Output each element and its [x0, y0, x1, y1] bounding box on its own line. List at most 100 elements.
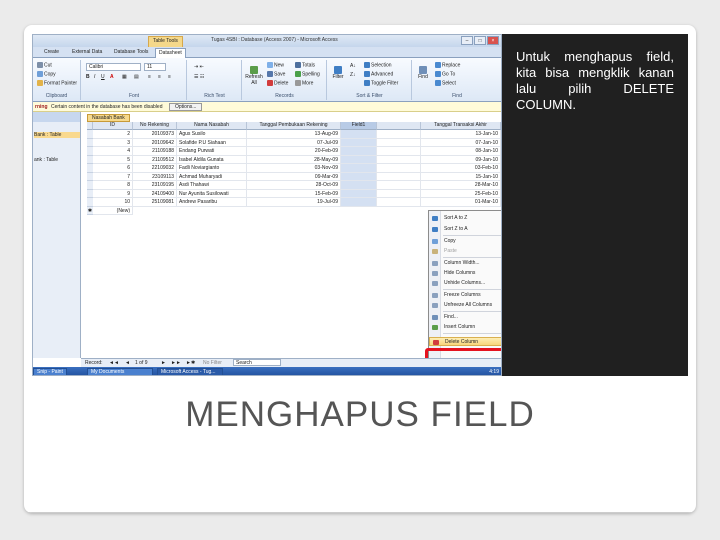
table-cell[interactable] — [377, 130, 421, 139]
tab-database-tools[interactable]: Database Tools — [111, 48, 151, 58]
menu-item-hide-columns[interactable]: Hide Columns — [429, 269, 501, 278]
taskbar-item-paint[interactable]: Snip - Paint — [33, 368, 67, 375]
table-cell[interactable] — [341, 130, 377, 139]
table-cell[interactable]: 19-Jul-09 — [247, 198, 341, 207]
new-record-icon[interactable]: ►✱ — [186, 359, 195, 367]
menu-item-sort-a-to-z[interactable]: Sort A to Z — [429, 214, 501, 223]
menu-item-insert-column[interactable]: Insert Column — [429, 323, 501, 332]
table-cell[interactable]: 20109642 — [133, 138, 177, 147]
table-cell[interactable]: Asdi Thahawi — [177, 181, 247, 190]
table-cell[interactable] — [377, 181, 421, 190]
prev-record-icon[interactable]: ◄ — [125, 359, 130, 367]
align-right-icon[interactable]: ≡ — [168, 74, 171, 80]
table-cell[interactable] — [341, 155, 377, 164]
italic-button[interactable]: I — [94, 74, 95, 80]
table-cell[interactable]: 13-Aug-09 — [247, 130, 341, 139]
column-header[interactable]: No Rekening — [133, 122, 177, 130]
tab-create[interactable]: Create — [41, 48, 62, 58]
next-record-icon[interactable]: ► — [161, 359, 166, 367]
totals-button[interactable]: Totals — [295, 62, 315, 68]
table-cell[interactable]: 2 — [93, 130, 133, 139]
table-cell[interactable] — [377, 147, 421, 156]
table-cell[interactable]: 01-Mar-10 — [421, 198, 501, 207]
first-record-icon[interactable]: ◄◄ — [109, 359, 119, 367]
table-cell[interactable]: 21109512 — [133, 155, 177, 164]
table-cell[interactable]: 09-Mar-09 — [247, 172, 341, 181]
search-input[interactable]: Search — [233, 359, 281, 366]
menu-item-find[interactable]: Find... — [429, 313, 501, 322]
align-left-icon[interactable]: ≡ — [148, 74, 151, 80]
list-icon[interactable]: ☰ ☷ — [194, 74, 204, 80]
table-cell[interactable] — [341, 172, 377, 181]
table-cell[interactable]: Fadli Noviargianto — [177, 164, 247, 173]
table-cell[interactable] — [377, 164, 421, 173]
goto-button[interactable]: Go To — [435, 71, 455, 77]
table-cell[interactable] — [341, 164, 377, 173]
tab-datasheet[interactable]: Datasheet — [155, 48, 186, 58]
table-cell[interactable]: 25-Feb-10 — [421, 189, 501, 198]
table-cell[interactable]: 23109113 — [133, 172, 177, 181]
close-icon[interactable]: × — [487, 36, 499, 45]
table-cell[interactable]: 28-May-09 — [247, 155, 341, 164]
replace-button[interactable]: Replace — [435, 62, 460, 68]
minimize-icon[interactable]: – — [461, 36, 473, 45]
column-header[interactable]: Field1 — [341, 122, 377, 130]
table-cell[interactable]: 09-Jan-10 — [421, 155, 501, 164]
table-cell[interactable] — [341, 181, 377, 190]
table-cell[interactable]: Achmad Muharyadi — [177, 172, 247, 181]
maximize-icon[interactable]: □ — [474, 36, 486, 45]
bold-button[interactable]: B — [86, 74, 90, 80]
table-cell[interactable] — [341, 138, 377, 147]
indent-icon[interactable]: ⇥ ⇤ — [194, 64, 204, 70]
table-cell[interactable]: 25109081 — [133, 198, 177, 207]
table-cell[interactable]: 22109032 — [133, 164, 177, 173]
table-cell[interactable] — [377, 155, 421, 164]
underline-button[interactable]: U — [101, 74, 105, 80]
sort-desc-icon[interactable]: Z↓ — [350, 72, 356, 78]
table-cell[interactable]: 20-Feb-09 — [247, 147, 341, 156]
taskbar-item-access[interactable]: Microsoft Access - Tug... — [157, 368, 223, 375]
table-cell[interactable]: 07-Jan-10 — [421, 138, 501, 147]
table-cell[interactable]: 08-Jan-10 — [421, 147, 501, 156]
table-cell[interactable]: 03-Nov-09 — [247, 164, 341, 173]
new-record-button[interactable]: New — [267, 62, 284, 68]
table-cell[interactable]: 15-Feb-09 — [247, 189, 341, 198]
save-record-button[interactable]: Save — [267, 71, 285, 77]
table-cell[interactable]: 20109373 — [133, 130, 177, 139]
table-cell[interactable] — [377, 198, 421, 207]
cut-button[interactable]: Cut — [37, 62, 52, 68]
table-cell[interactable]: 10 — [93, 198, 133, 207]
table-cell[interactable]: 15-Jan-10 — [421, 172, 501, 181]
font-size-select[interactable]: 11 — [144, 63, 166, 71]
menu-item-delete-column[interactable]: Delete Column — [429, 337, 501, 346]
font-name-select[interactable]: Calibri — [86, 63, 141, 71]
copy-button[interactable]: Copy — [37, 71, 56, 77]
table-cell[interactable]: 28-Mar-10 — [421, 181, 501, 190]
align-center-icon[interactable]: ≡ — [158, 74, 161, 80]
table-cell[interactable]: Isabel Aldila Gunata — [177, 155, 247, 164]
table-cell[interactable]: 13-Jan-10 — [421, 130, 501, 139]
taskbar-item-documents[interactable]: My Documents — [87, 368, 153, 375]
tab-nasabah-bank[interactable]: Nasabah Bank — [87, 114, 130, 122]
table-cell[interactable]: 28-Oct-09 — [247, 181, 341, 190]
nav-item-bank-table[interactable]: Bank : Table — [34, 132, 80, 138]
column-header[interactable]: Tanggal Transaksi Akhir — [421, 122, 501, 130]
format-painter-button[interactable]: Format Painter — [37, 80, 77, 86]
table-cell[interactable]: 07-Jul-09 — [247, 138, 341, 147]
table-cell[interactable] — [341, 189, 377, 198]
table-cell[interactable]: 24109400 — [133, 189, 177, 198]
fill-color-icon[interactable]: ▦ — [122, 74, 127, 80]
table-cell[interactable]: 23109195 — [133, 181, 177, 190]
table-tools-contextual-tab[interactable]: Table Tools — [148, 36, 183, 47]
table-cell[interactable]: 6 — [93, 164, 133, 173]
table-cell[interactable] — [377, 138, 421, 147]
menu-item-unhide-columns[interactable]: Unhide Columns... — [429, 279, 501, 288]
record-position[interactable]: 1 of 9 — [135, 359, 148, 367]
gridlines-icon[interactable]: ▤ — [134, 74, 139, 80]
column-header[interactable]: ID — [93, 122, 133, 130]
table-cell[interactable]: 5 — [93, 155, 133, 164]
table-cell[interactable]: 8 — [93, 181, 133, 190]
table-cell[interactable] — [341, 147, 377, 156]
table-cell[interactable]: Andrew Pasaribu — [177, 198, 247, 207]
toggle-filter-button[interactable]: Toggle Filter — [364, 80, 398, 86]
